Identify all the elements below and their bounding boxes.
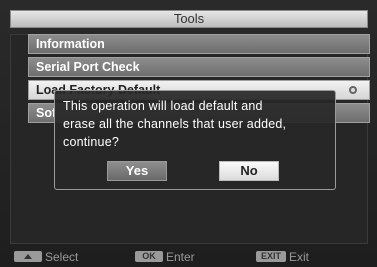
dialog-message-line: This operation will load default and bbox=[63, 99, 263, 113]
exit-key-icon: EXIT bbox=[256, 251, 286, 263]
tv-screen: Tools Information Serial Port Check Load… bbox=[0, 0, 377, 267]
no-button[interactable]: No bbox=[219, 161, 279, 181]
menu-item-information[interactable]: Information bbox=[28, 34, 370, 54]
select-label: Select bbox=[45, 250, 79, 264]
enter-hint: OK Enter bbox=[135, 248, 195, 267]
exit-hint: EXIT Exit bbox=[256, 248, 309, 267]
menu-item-label: Serial Port Check bbox=[36, 60, 140, 74]
enter-label: Enter bbox=[166, 250, 195, 264]
menu-item-serial-port-check[interactable]: Serial Port Check bbox=[28, 57, 370, 77]
select-hint: Select bbox=[14, 248, 78, 267]
up-down-key-icon bbox=[14, 251, 42, 263]
dialog-message-line: erase all the channels that user added, bbox=[63, 117, 287, 131]
dialog-message: This operation will load default and era… bbox=[63, 97, 331, 151]
enter-arrow-icon bbox=[349, 86, 357, 94]
dialog-message-line: continue? bbox=[63, 135, 120, 149]
ok-key-icon: OK bbox=[135, 251, 163, 263]
footer-hints: Select OK Enter EXIT Exit bbox=[0, 248, 377, 267]
confirm-dialog: This operation will load default and era… bbox=[54, 90, 336, 190]
menu-item-label: Information bbox=[36, 37, 105, 51]
exit-label: Exit bbox=[289, 250, 310, 264]
yes-button[interactable]: Yes bbox=[107, 161, 167, 181]
page-title: Tools bbox=[10, 10, 368, 28]
